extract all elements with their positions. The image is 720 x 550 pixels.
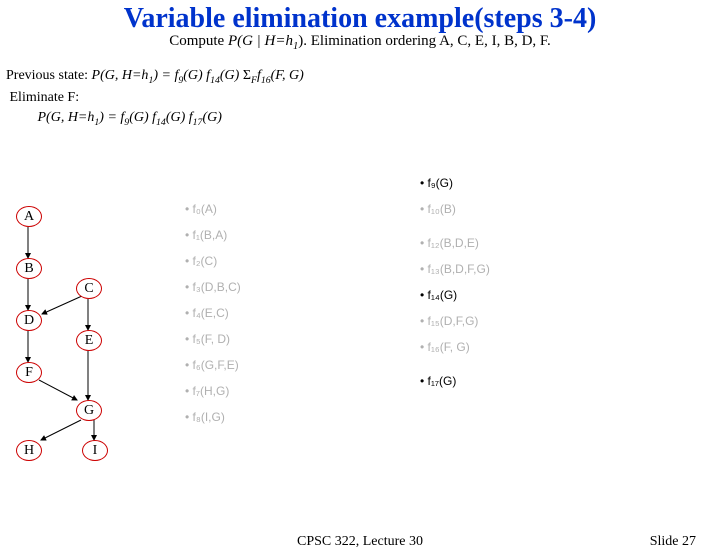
a1: P(G, H=h bbox=[38, 110, 95, 125]
bn-arrows bbox=[6, 206, 146, 506]
elim-label: Eliminate F: bbox=[10, 90, 80, 105]
footer-mid: CPSC 322, Lecture 30 bbox=[297, 534, 423, 550]
node-c: C bbox=[76, 278, 102, 299]
node-b: B bbox=[16, 258, 42, 279]
subtitle-post: ). Elimination ordering A, C, E, I, B, D… bbox=[298, 33, 551, 49]
a4: (G) f bbox=[166, 110, 193, 125]
node-g: G bbox=[76, 400, 102, 421]
node-d: D bbox=[16, 310, 42, 331]
p4: (G) bbox=[220, 68, 243, 83]
factors-left: f₀(A) f₁(B,A) f₂(C) f₃(D,B,C) f₄(E,C) f₅… bbox=[185, 196, 241, 430]
subtitle-pre: Compute bbox=[169, 33, 228, 49]
f12: f₁₂(B,D,E) bbox=[420, 230, 490, 256]
p2: ) = f bbox=[153, 68, 178, 83]
f5: f₅(F, D) bbox=[185, 326, 241, 352]
a5: (G) bbox=[202, 110, 221, 125]
f17: f₁₇(G) bbox=[420, 368, 490, 394]
sum: Σ bbox=[243, 68, 251, 83]
a3: (G) f bbox=[129, 110, 156, 125]
a2: ) = f bbox=[99, 110, 124, 125]
f1: f₁(B,A) bbox=[185, 222, 241, 248]
prev-expr: P(G, H=h1) = f9(G) f14(G) ΣFf16(F, G) bbox=[92, 68, 304, 83]
factors-right: f₉(G) f₁₀(B) f₁₂(B,D,E) f₁₃(B,D,F,G) f₁₄… bbox=[420, 170, 490, 394]
after-expr: P(G, H=h1) = f9(G) f14(G) f17(G) bbox=[38, 110, 222, 125]
f16: f₁₆(F, G) bbox=[420, 334, 490, 360]
f4: f₄(E,C) bbox=[185, 300, 241, 326]
f9: f₉(G) bbox=[420, 170, 490, 196]
node-i: I bbox=[82, 440, 108, 461]
node-e: E bbox=[76, 330, 102, 351]
f2: f₂(C) bbox=[185, 248, 241, 274]
p5s: 16 bbox=[261, 75, 271, 86]
node-h: H bbox=[16, 440, 42, 461]
footer-right: Slide 27 bbox=[650, 534, 696, 550]
slide-title: Variable elimination example(steps 3-4) bbox=[0, 0, 720, 35]
f15: f₁₅(D,F,G) bbox=[420, 308, 490, 334]
f14: f₁₄(G) bbox=[420, 282, 490, 308]
f7: f₇(H,G) bbox=[185, 378, 241, 404]
f13: f₁₃(B,D,F,G) bbox=[420, 256, 490, 282]
content-area: A B C D E F G H I f₀(A) f₁(B,A) f₂(C) f₃… bbox=[0, 170, 720, 512]
derivation: Previous state: P(G, H=h1) = f9(G) f14(G… bbox=[0, 52, 720, 130]
subtitle-mid: P(G | H=h bbox=[228, 33, 293, 49]
p3: (G) f bbox=[183, 68, 210, 83]
prev-label: Previous state: bbox=[6, 68, 92, 83]
subtitle: Compute P(G | H=h1). Elimination orderin… bbox=[0, 33, 720, 52]
subtitle-query: P(G | H=h1). Elimination ordering A, C, … bbox=[228, 33, 551, 49]
node-f: F bbox=[16, 362, 42, 383]
f3: f₃(D,B,C) bbox=[185, 274, 241, 300]
p3s: 14 bbox=[210, 75, 220, 86]
a4s: 17 bbox=[193, 117, 203, 128]
node-a: A bbox=[16, 206, 42, 227]
p1: P(G, H=h bbox=[92, 68, 149, 83]
p6: (F, G) bbox=[271, 68, 304, 83]
bayes-net: A B C D E F G H I bbox=[6, 206, 146, 506]
f10: f₁₀(B) bbox=[420, 196, 490, 222]
f0: f₀(A) bbox=[185, 196, 241, 222]
a3s: 14 bbox=[156, 117, 166, 128]
f8: f₈(I,G) bbox=[185, 404, 241, 430]
f6: f₆(G,F,E) bbox=[185, 352, 241, 378]
